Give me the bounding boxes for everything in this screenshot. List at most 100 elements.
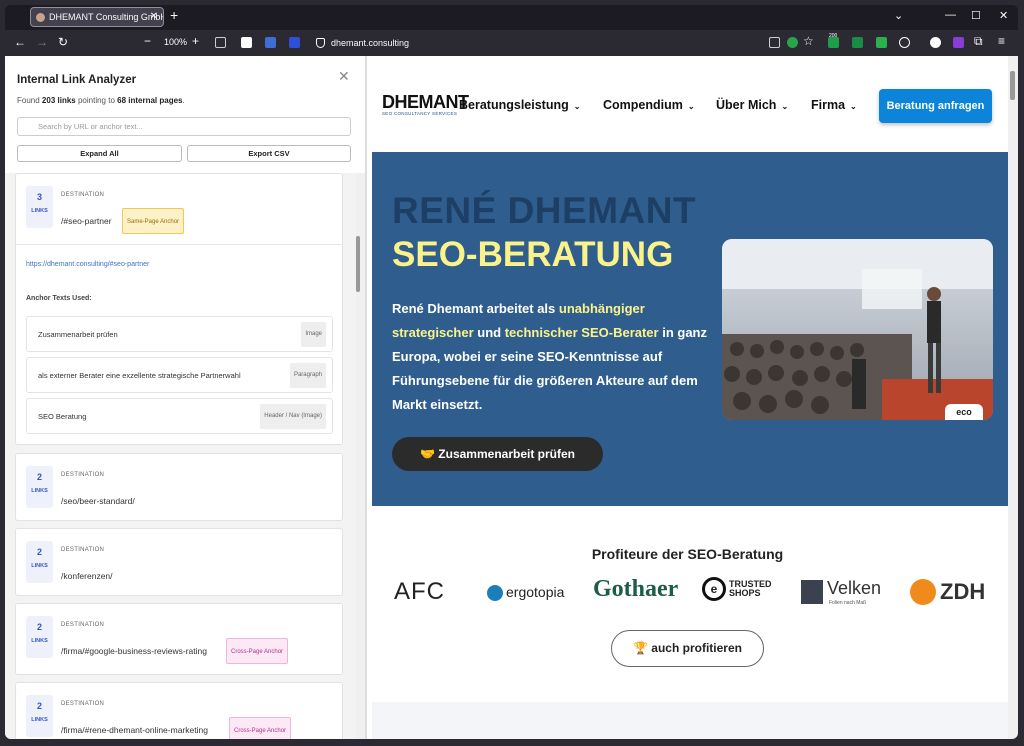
velken-mark-icon: [801, 580, 823, 604]
destination-path: /seo/beer-standard/: [61, 496, 135, 506]
ergotopia-heart-icon: [487, 585, 503, 602]
forward-icon[interactable]: →: [36, 35, 48, 49]
zoom-level[interactable]: 100%: [164, 37, 187, 47]
link-count-number: 3: [36, 192, 42, 202]
found-pages: 68 internal pages: [117, 96, 183, 105]
client-logo-text: Velken: [827, 578, 882, 598]
found-mid: pointing to: [77, 96, 115, 105]
close-window-icon[interactable]: ✕: [999, 9, 1008, 22]
anchor-text: SEO Beratung: [38, 412, 87, 421]
website-page: DHEMANT SEO CONSULTANCY SERVICES Beratun…: [367, 56, 1008, 739]
maximize-icon[interactable]: ☐: [971, 9, 981, 22]
beratung-anfragen-button[interactable]: Beratung anfragen: [879, 89, 992, 123]
hero-section: RENÉ DHEMANT SEO-BERATUNG René Dhemant a…: [372, 152, 1008, 506]
search-input[interactable]: Search by URL or anchor text...: [17, 117, 351, 136]
link-list: 3 LINKS DESTINATION /#seo-partner Same-P…: [5, 173, 357, 739]
new-tab-button[interactable]: +: [170, 7, 178, 23]
zoom-out-icon[interactable]: −: [144, 34, 151, 48]
client-logo-text: ergotopia: [506, 584, 565, 600]
tab-list-icon[interactable]: ⌄: [894, 9, 903, 22]
panel-scrollbar-thumb[interactable]: [356, 236, 360, 292]
hero-highlight: technischer SEO-Berater: [504, 325, 659, 340]
full-url-link[interactable]: https://dhemant.consulting/#seo-partner: [26, 261, 149, 268]
hero-title: SEO-BERATUNG: [392, 235, 674, 274]
browser-window: DHEMANT Consulting GmbH ✕ + ⌄ — ☐ ✕ ← → …: [5, 5, 1018, 739]
nav-label: Beratungsleistung: [459, 98, 569, 112]
link-card[interactable]: 2 LINKS DESTINATION /seo/beer-standard/: [15, 453, 343, 521]
page-scrollbar-thumb[interactable]: [1010, 71, 1015, 100]
link-count: 2 LINKS: [26, 616, 53, 658]
notion-icon[interactable]: [241, 37, 252, 48]
page-scrollbar[interactable]: [1008, 56, 1018, 739]
link-count: 3 LINKS: [26, 186, 53, 228]
link-count-number: 2: [36, 547, 42, 557]
tab-active[interactable]: DHEMANT Consulting GmbH ✕: [30, 7, 164, 27]
anchor-kind-tag: Paragraph: [289, 363, 326, 388]
grammarly-icon[interactable]: [876, 37, 887, 48]
client-logo-zdh: ZDH: [910, 579, 985, 615]
link-card[interactable]: 2 LINKS DESTINATION /firma/#rene-dhemant…: [15, 682, 343, 739]
link-count-number: 2: [36, 701, 42, 711]
back-icon[interactable]: ←: [14, 35, 26, 49]
link-count: 2 LINKS: [26, 466, 53, 508]
export-csv-button[interactable]: Export CSV: [187, 145, 351, 162]
auch-profitieren-button[interactable]: 🏆 auch profitieren: [611, 630, 764, 667]
zoom-in-icon[interactable]: +: [192, 34, 199, 48]
favicon-icon: [36, 13, 45, 22]
site-logo[interactable]: DHEMANT: [382, 92, 469, 113]
link-count: 2 LINKS: [26, 695, 53, 737]
minimize-icon[interactable]: —: [945, 9, 956, 21]
link-card[interactable]: 2 LINKS DESTINATION /firma/#google-busin…: [15, 603, 343, 675]
link-count-number: 2: [36, 472, 42, 482]
url-text: dhemant.consulting: [331, 38, 410, 48]
zdh-mark-icon: [910, 579, 936, 605]
hero-paragraph: René Dhemant arbeitet als unabhängiger s…: [392, 297, 712, 417]
conference-photo-image: [722, 239, 993, 420]
anchor-type-badge: Same-Page Anchor: [122, 208, 185, 234]
chevron-down-icon: ⌄: [573, 102, 581, 111]
eco-tag: eco: [945, 404, 983, 420]
sheet-icon[interactable]: [852, 37, 863, 48]
headphones-icon[interactable]: [899, 37, 910, 48]
found-prefix: Found: [17, 96, 40, 105]
shield-ext-icon[interactable]: [787, 37, 798, 48]
profile-icon[interactable]: [930, 37, 941, 48]
anchor-text: Zusammenarbeit prüfen: [38, 330, 118, 339]
menu-icon[interactable]: ≡: [998, 34, 1005, 48]
anchor-type-badge: Cross-Page Anchor: [229, 717, 292, 739]
nav-item-beratungsleistung[interactable]: Beratungsleistung ⌄: [459, 98, 580, 112]
ai-icon[interactable]: [289, 37, 300, 48]
client-logo-ergotopia: ergotopia: [487, 584, 564, 620]
nav-item-ueber-mich[interactable]: Über Mich ⌄: [716, 98, 788, 112]
purple-ext-icon[interactable]: [953, 37, 964, 48]
zusammenarbeit-pruefen-button[interactable]: 🤝 Zusammenarbeit prüfen: [392, 437, 603, 471]
anchor-type-badge: Cross-Page Anchor: [226, 638, 289, 664]
url-bar[interactable]: dhemant.consulting: [313, 33, 773, 53]
client-logo-text: ZDH: [940, 579, 986, 604]
hero-text: René Dhemant arbeitet als: [392, 301, 559, 316]
chevron-down-icon: ⌄: [850, 102, 857, 111]
link-card[interactable]: 3 LINKS DESTINATION /#seo-partner Same-P…: [15, 173, 343, 445]
close-tab-icon[interactable]: ✕: [150, 8, 158, 26]
tab-bar: DHEMANT Consulting GmbH ✕ + ⌄ — ☐ ✕: [5, 5, 1018, 30]
close-icon[interactable]: ✕: [338, 68, 350, 85]
link-card[interactable]: 2 LINKS DESTINATION /konferenzen/: [15, 528, 343, 596]
found-summary: Found 203 links pointing to 68 internal …: [17, 96, 185, 105]
reload-icon[interactable]: ↻: [58, 35, 68, 49]
destination-label: DESTINATION: [61, 472, 105, 478]
client-logo-trusted-shops: e TRUSTED SHOPS: [702, 577, 779, 613]
site-logo-subtitle: SEO CONSULTANCY SERVICES: [382, 111, 458, 116]
destination-label: DESTINATION: [61, 622, 105, 628]
nav-item-firma[interactable]: Firma ⌄: [811, 98, 857, 112]
destination-label: DESTINATION: [61, 192, 105, 198]
link-count-label: LINKS: [31, 717, 48, 723]
link-count-label: LINKS: [31, 208, 48, 214]
extension-icon[interactable]: [215, 37, 226, 48]
reader-icon[interactable]: [769, 37, 780, 48]
bookmark-star-icon[interactable]: ☆: [803, 34, 814, 48]
expand-all-button[interactable]: Expand All: [17, 145, 182, 162]
nav-item-compendium[interactable]: Compendium ⌄: [603, 98, 695, 112]
anchor-icon[interactable]: [265, 37, 276, 48]
puzzle-icon[interactable]: ⧉: [974, 34, 983, 49]
ext-badge: 200: [829, 33, 838, 39]
